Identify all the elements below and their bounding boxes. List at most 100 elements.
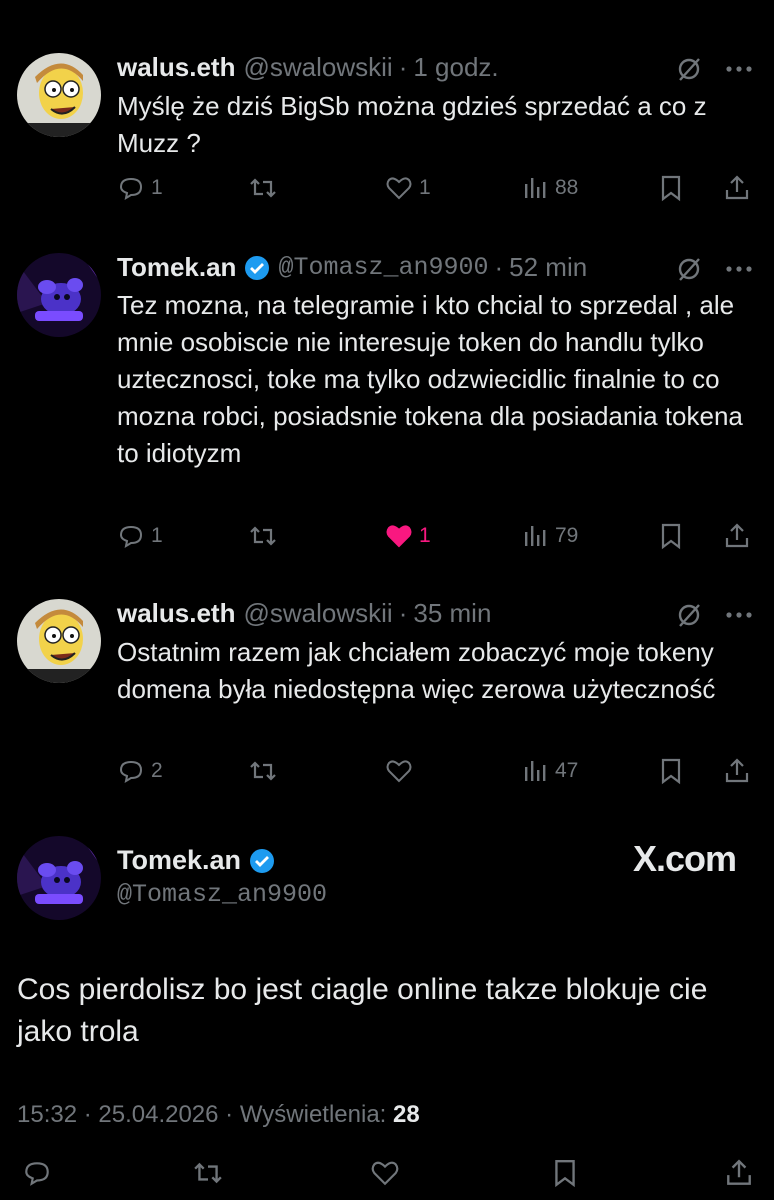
tweet-text: Tez mozna, na telegramie i kto chcial to… (117, 290, 743, 468)
views-count: 28 (393, 1101, 420, 1128)
bookmark-button[interactable] (657, 522, 685, 550)
tweet-actions: 1 1 88 (117, 174, 757, 206)
views-count: 88 (555, 176, 579, 199)
heart-filled-icon (386, 525, 412, 548)
views-count: 47 (555, 759, 579, 782)
display-name[interactable]: Tomek.an (117, 252, 236, 283)
verified-badge-icon (245, 255, 270, 280)
tweet-top-right-icons (676, 56, 754, 82)
avatar[interactable] (17, 599, 101, 683)
like-count: 1 (419, 524, 431, 547)
views-icon (525, 178, 546, 198)
more-options-icon[interactable] (724, 56, 754, 82)
tweet-meta: 15:32 · 25.04.2026 · Wyświetlenia: 28 (17, 1101, 420, 1129)
retweet-icon (194, 1162, 222, 1184)
tweet-top-right-icons (676, 602, 754, 628)
separator-dot: · (398, 52, 408, 82)
heart-icon (386, 760, 412, 783)
grok-icon[interactable] (676, 602, 702, 628)
avatar[interactable] (17, 836, 101, 920)
verified-badge-icon (250, 848, 275, 873)
main-tweet-actions (0, 1158, 774, 1200)
retweet-button[interactable] (249, 174, 277, 202)
views-icon (525, 761, 546, 781)
user-handle[interactable]: @Tomasz_an9900 (278, 253, 488, 282)
reply-button[interactable]: 1 (117, 174, 163, 202)
reply-icon (119, 177, 143, 201)
heart-icon (386, 177, 412, 200)
main-tweet-text: Cos pierdolisz bo jest ciagle online tak… (17, 973, 708, 1048)
tweet-header: walus.eth @swalowskii · 1 godz. (117, 52, 499, 83)
tweet-text: Myślę że dziś BigSb można gdzieś sprzeda… (117, 91, 707, 158)
user-handle[interactable]: @swalowskii (243, 598, 392, 629)
tweet-header: walus.eth @swalowskii · 35 min (117, 598, 491, 629)
grok-icon[interactable] (676, 56, 702, 82)
share-button[interactable] (723, 522, 751, 550)
views-button[interactable]: 88 (521, 174, 578, 202)
reply-button[interactable]: 2 (117, 757, 163, 785)
timestamp[interactable]: 52 min (509, 252, 587, 283)
user-handle[interactable]: @swalowskii (243, 52, 392, 83)
bookmark-icon (661, 175, 681, 202)
tweet-header: Tomek.an @Tomasz_an9900 · 52 min (117, 252, 587, 283)
share-icon (725, 758, 749, 783)
more-options-icon[interactable] (724, 602, 754, 628)
display-name[interactable]: walus.eth (117, 52, 235, 83)
share-button[interactable] (723, 757, 751, 785)
bookmark-icon (661, 758, 681, 785)
grok-icon[interactable] (676, 256, 702, 282)
timestamp[interactable]: 1 godz. (413, 52, 498, 83)
views-count: 79 (555, 524, 579, 547)
reply-icon (25, 1162, 49, 1186)
main-author-name-row: Tomek.an (117, 845, 275, 876)
views-icon (525, 526, 546, 546)
share-button[interactable] (723, 174, 751, 202)
retweet-button[interactable] (193, 1158, 223, 1188)
display-name[interactable]: Tomek.an (117, 845, 241, 876)
reply-count: 2 (151, 759, 163, 782)
xcom-watermark: X.com (632, 838, 737, 879)
share-icon (725, 175, 749, 200)
like-button[interactable]: 1 (385, 522, 431, 550)
tweet-actions: 2 47 (117, 757, 757, 789)
tweet-actions: 1 1 79 (117, 522, 757, 554)
separator-dot: · (398, 598, 408, 628)
timestamp[interactable]: 35 min (413, 598, 491, 629)
tweet-text: Ostatnim razem jak chciałem zobaczyć moj… (117, 637, 716, 704)
retweet-icon (250, 178, 276, 198)
more-options-icon[interactable] (724, 256, 754, 282)
like-count: 1 (419, 176, 431, 199)
display-name[interactable]: walus.eth (117, 598, 235, 629)
previous-tweet-actions (0, 0, 774, 8)
user-handle[interactable]: @Tomasz_an9900 (117, 880, 327, 909)
retweet-button[interactable] (249, 757, 277, 785)
bookmark-icon (555, 1160, 575, 1188)
share-icon (725, 523, 749, 548)
heart-icon (371, 1161, 399, 1186)
retweet-icon (250, 526, 276, 546)
bookmark-icon (661, 523, 681, 550)
like-button[interactable] (370, 1158, 400, 1188)
tweet-top-right-icons (676, 256, 754, 282)
like-button[interactable] (385, 757, 413, 785)
timestamp-views-label[interactable]: 15:32 · 25.04.2026 · Wyświetlenia: (17, 1101, 393, 1128)
avatar[interactable] (17, 53, 101, 137)
like-button[interactable]: 1 (385, 174, 431, 202)
bookmark-button[interactable] (550, 1158, 580, 1188)
retweet-button[interactable] (249, 522, 277, 550)
reply-icon (119, 525, 143, 549)
reply-count: 1 (151, 524, 163, 547)
reply-button[interactable]: 1 (117, 522, 163, 550)
views-button[interactable]: 47 (521, 757, 578, 785)
reply-button[interactable] (22, 1158, 52, 1188)
reply-icon (119, 760, 143, 784)
avatar[interactable] (17, 253, 101, 337)
retweet-icon (250, 761, 276, 781)
reply-count: 1 (151, 176, 163, 199)
share-button[interactable] (724, 1158, 754, 1188)
bookmark-button[interactable] (657, 757, 685, 785)
views-button[interactable]: 79 (521, 522, 578, 550)
bookmark-button[interactable] (657, 174, 685, 202)
separator-dot: · (494, 252, 504, 282)
share-icon (727, 1159, 751, 1185)
